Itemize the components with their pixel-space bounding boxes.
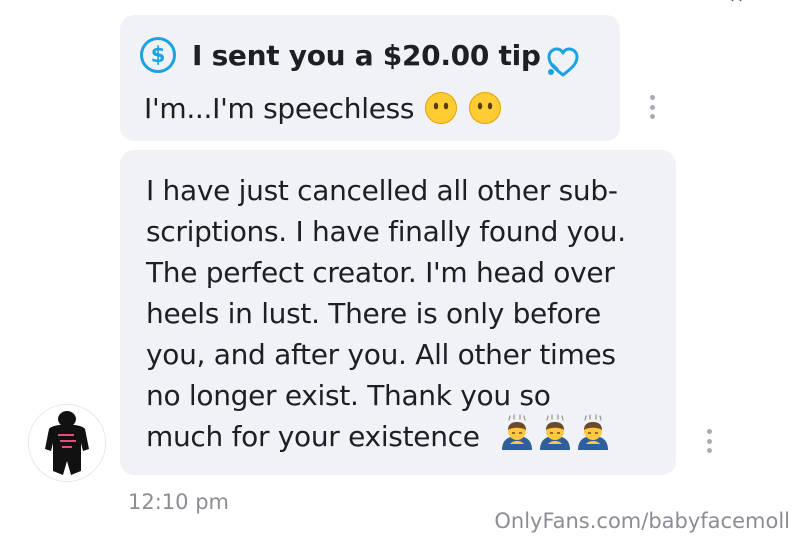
avatar-figure-icon <box>29 405 105 481</box>
text-message-menu-icon[interactable] <box>706 429 712 453</box>
tip-caption: I'm...I'm speechless <box>144 91 415 125</box>
corner-fragment-icon <box>731 0 742 2</box>
tip-message-bubble[interactable]: $ I sent you a $20.00 tip I'm...I'm spee… <box>120 15 620 141</box>
face-without-mouth-emoji-icon <box>425 92 458 124</box>
person-bowing-emoji-icon <box>502 414 532 450</box>
bowing-emojis <box>500 414 614 452</box>
person-bowing-emoji-icon <box>578 414 608 450</box>
tip-row: $ I sent you a $20.00 tip <box>140 35 541 75</box>
dollar-circle-icon: $ <box>140 37 176 73</box>
avatar[interactable] <box>28 404 106 482</box>
text-message-bubble[interactable]: I have just cancelled all other sub- scr… <box>120 150 676 475</box>
message-timestamp: 12:10 pm <box>128 490 229 514</box>
chat-screen: $ I sent you a $20.00 tip I'm...I'm spee… <box>0 0 800 542</box>
tip-caption-row: I'm...I'm speechless <box>144 91 502 125</box>
person-bowing-emoji-icon <box>540 414 570 450</box>
heart-outline-icon[interactable] <box>543 45 583 79</box>
tip-label: I sent you a $20.00 tip <box>192 38 541 72</box>
watermark: OnlyFans.com/babyfacemoll <box>494 509 790 533</box>
tip-message-menu-icon[interactable] <box>649 95 655 119</box>
face-without-mouth-emoji-icon <box>469 92 502 124</box>
